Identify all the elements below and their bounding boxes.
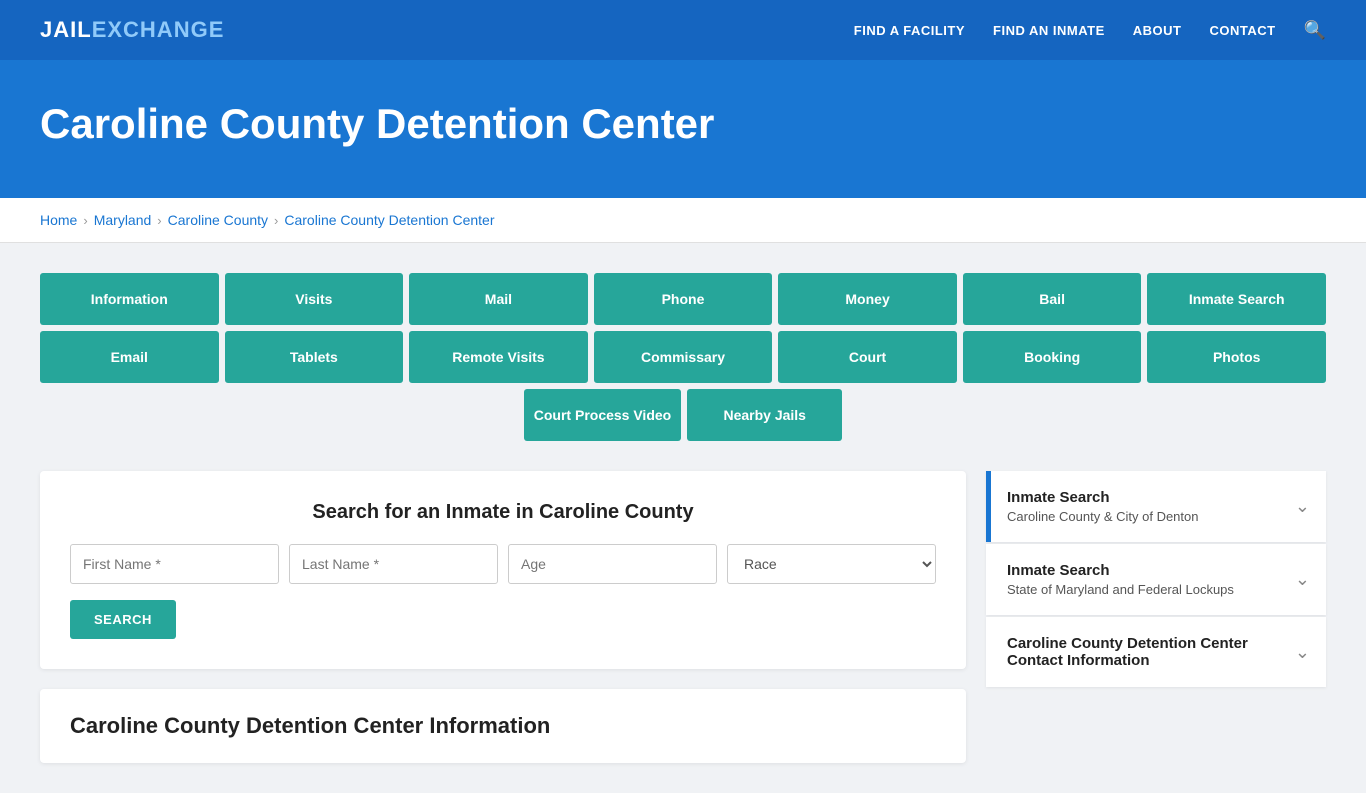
sidebar-item-title-1: Inmate Search [1007, 489, 1198, 506]
breadcrumb-sep-2: › [157, 213, 161, 228]
logo-jail: JAIL [40, 17, 92, 42]
breadcrumb-sep-1: › [83, 213, 87, 228]
nav-about[interactable]: ABOUT [1133, 23, 1182, 38]
nav-find-facility[interactable]: FIND A FACILITY [854, 23, 965, 38]
main-nav: FIND A FACILITY FIND AN INMATE ABOUT CON… [854, 20, 1326, 41]
sidebar: Inmate Search Caroline County & City of … [986, 471, 1326, 687]
tab-court-process-video[interactable]: Court Process Video [524, 389, 681, 441]
chevron-down-icon-2: ⌄ [1295, 569, 1310, 590]
sidebar-item-subtitle-2: State of Maryland and Federal Lockups [1007, 582, 1234, 597]
breadcrumb-maryland[interactable]: Maryland [94, 212, 152, 228]
race-select[interactable]: Race White Black Hispanic Asian Other [727, 544, 936, 584]
tabs-row-2: Email Tablets Remote Visits Commissary C… [40, 331, 1326, 383]
last-name-input[interactable] [289, 544, 498, 584]
inmate-search-card: Search for an Inmate in Caroline County … [40, 471, 966, 669]
content-row: Search for an Inmate in Caroline County … [40, 471, 1326, 763]
sidebar-item-text-1: Inmate Search Caroline County & City of … [1007, 489, 1198, 524]
tab-inmate-search[interactable]: Inmate Search [1147, 273, 1326, 325]
tab-photos[interactable]: Photos [1147, 331, 1326, 383]
search-button[interactable]: SEARCH [70, 600, 176, 639]
tab-phone[interactable]: Phone [594, 273, 773, 325]
breadcrumb: Home › Maryland › Caroline County › Caro… [0, 198, 1366, 243]
sidebar-item-inmate-search-county[interactable]: Inmate Search Caroline County & City of … [986, 471, 1326, 542]
age-input[interactable] [508, 544, 717, 584]
tab-remote-visits[interactable]: Remote Visits [409, 331, 588, 383]
tabs-row-3: Court Process Video Nearby Jails [40, 389, 1326, 441]
tab-email[interactable]: Email [40, 331, 219, 383]
page-title: Caroline County Detention Center [40, 100, 1326, 148]
sidebar-item-text-2: Inmate Search State of Maryland and Fede… [1007, 562, 1234, 597]
search-heading: Search for an Inmate in Caroline County [70, 501, 936, 524]
sidebar-item-text-3: Caroline County Detention Center Contact… [1007, 635, 1295, 669]
tab-money[interactable]: Money [778, 273, 957, 325]
tabs-row-1: Information Visits Mail Phone Money Bail… [40, 273, 1326, 325]
tab-booking[interactable]: Booking [963, 331, 1142, 383]
tab-visits[interactable]: Visits [225, 273, 404, 325]
main-content: Information Visits Mail Phone Money Bail… [0, 243, 1366, 793]
breadcrumb-current[interactable]: Caroline County Detention Center [284, 212, 494, 228]
chevron-down-icon-1: ⌄ [1295, 496, 1310, 517]
nav-find-inmate[interactable]: FIND AN INMATE [993, 23, 1105, 38]
sidebar-item-inmate-search-state[interactable]: Inmate Search State of Maryland and Fede… [986, 544, 1326, 615]
info-heading: Caroline County Detention Center Informa… [70, 713, 936, 739]
sidebar-item-title-2: Inmate Search [1007, 562, 1234, 579]
tab-nearby-jails[interactable]: Nearby Jails [687, 389, 842, 441]
tab-commissary[interactable]: Commissary [594, 331, 773, 383]
breadcrumb-sep-3: › [274, 213, 278, 228]
site-logo[interactable]: JAILEXCHANGE [40, 17, 224, 43]
site-header: JAILEXCHANGE FIND A FACILITY FIND AN INM… [0, 0, 1366, 60]
logo-exchange: EXCHANGE [92, 17, 225, 42]
breadcrumb-caroline-county[interactable]: Caroline County [168, 212, 268, 228]
sidebar-item-subtitle-1: Caroline County & City of Denton [1007, 509, 1198, 524]
nav-contact[interactable]: CONTACT [1209, 23, 1275, 38]
info-section: Caroline County Detention Center Informa… [40, 689, 966, 763]
tab-tablets[interactable]: Tablets [225, 331, 404, 383]
hero-section: Caroline County Detention Center [0, 60, 1366, 198]
sidebar-item-contact-info[interactable]: Caroline County Detention Center Contact… [986, 617, 1326, 687]
sidebar-item-title-3: Caroline County Detention Center Contact… [1007, 635, 1295, 669]
tab-mail[interactable]: Mail [409, 273, 588, 325]
header-search-button[interactable]: 🔍 [1304, 20, 1326, 41]
chevron-down-icon-3: ⌄ [1295, 642, 1310, 663]
breadcrumb-home[interactable]: Home [40, 212, 77, 228]
tab-information[interactable]: Information [40, 273, 219, 325]
main-column: Search for an Inmate in Caroline County … [40, 471, 966, 763]
first-name-input[interactable] [70, 544, 279, 584]
search-fields: Race White Black Hispanic Asian Other [70, 544, 936, 584]
tab-bail[interactable]: Bail [963, 273, 1142, 325]
tab-court[interactable]: Court [778, 331, 957, 383]
